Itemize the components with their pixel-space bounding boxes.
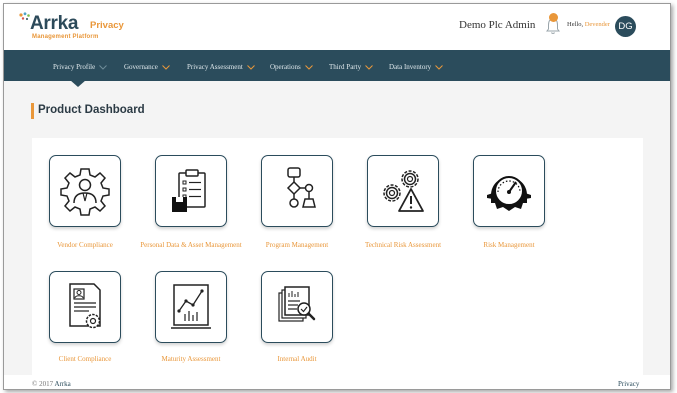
notification-badge [549,13,558,22]
gauge-gear-icon [487,176,531,211]
nav-item-label: Privacy Assessment [187,63,243,71]
tile-label-personal-data-asset-management[interactable]: Personal Data & Asset Management [136,241,246,251]
tile-risk-management[interactable] [473,155,545,227]
copyright-prefix: © 2017 [32,380,54,388]
nav-item-data-inventory[interactable]: Data Inventory [389,63,444,71]
tile-label-client-compliance[interactable]: Client Compliance [30,355,140,365]
chevron-down-icon [435,64,444,70]
dashboard-card [32,138,643,375]
nav-item-label: Privacy Profile [53,63,96,71]
organization-name: Demo Plc Admin [459,19,536,31]
nav-item-operations[interactable]: Operations [270,63,313,71]
tile-client-compliance[interactable] [49,271,121,343]
chevron-down-icon [246,64,255,70]
copyright-brand[interactable]: Arrka [54,380,70,388]
nav-item-third-party[interactable]: Third Party [329,63,373,71]
chevron-down-icon [99,64,108,70]
arrka-logo[interactable]: Arrka Privacy Management Platform [18,12,128,44]
tile-label-risk-management[interactable]: Risk Management [454,241,564,251]
top-header: Arrka Privacy Management Platform Demo P… [4,4,670,50]
user-greeting: Hello, Devender [567,21,610,28]
chevron-down-icon [365,64,373,70]
app-window: Arrka Privacy Management Platform Demo P… [3,3,671,390]
page-footer [4,375,670,389]
tile-label-internal-audit[interactable]: Internal Audit [242,355,352,365]
document-gear-icon [69,283,101,329]
tile-maturity-assessment[interactable] [155,271,227,343]
tile-internal-audit[interactable] [261,271,333,343]
tile-technical-risk-assessment[interactable] [367,155,439,227]
greeting-user-name: Devender [584,21,610,28]
tile-label-technical-risk-assessment[interactable]: Technical Risk Assessment [348,241,458,251]
page-title: Product Dashboard [38,104,145,116]
greeting-prefix: Hello, [567,21,584,28]
nav-item-label: Third Party [329,63,362,71]
chevron-down-icon [304,64,313,70]
chevron-down-icon [161,64,170,70]
copyright: © 2017 Arrka [32,380,71,388]
gears-warning-icon [383,170,424,212]
nav-item-label: Data Inventory [389,63,432,71]
logo-subtitle: Management Platform [32,34,99,40]
tile-label-vendor-compliance[interactable]: Vendor Compliance [30,241,140,251]
active-nav-pointer [70,80,86,87]
clipboard-checklist-icon [172,169,206,212]
logo-brand: Arrka [30,13,79,34]
privacy-link[interactable]: Privacy [618,380,639,388]
nav-item-governance[interactable]: Governance [124,63,170,71]
logo-brand-suffix: Privacy [90,20,124,31]
vendor-gear-person-icon [60,168,110,216]
tile-label-program-management[interactable]: Program Management [242,241,352,251]
growth-chart-icon [171,284,211,329]
nav-item-privacy-profile[interactable]: Privacy Profile [53,63,108,71]
user-avatar[interactable]: DG [615,16,636,37]
nav-item-label: Operations [270,63,301,71]
nav-item-label: Governance [124,63,158,71]
tile-personal-data-asset-management[interactable] [155,155,227,227]
nav-item-privacy-assessment[interactable]: Privacy Assessment [187,63,255,71]
tile-program-management[interactable] [261,155,333,227]
title-accent-bar [31,103,34,119]
flowchart-icon [286,167,316,208]
tile-vendor-compliance[interactable] [49,155,121,227]
tile-label-maturity-assessment[interactable]: Maturity Assessment [136,355,246,365]
report-magnifier-icon [278,286,316,322]
